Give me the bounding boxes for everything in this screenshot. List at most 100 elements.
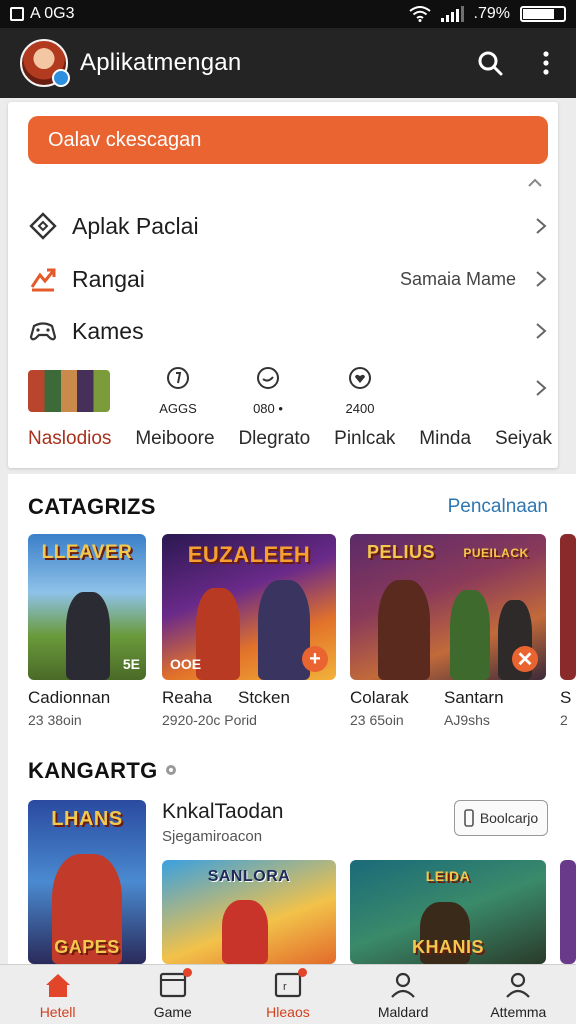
game-thumbnail[interactable] xyxy=(560,534,576,680)
game-thumbnail[interactable]: LEIDA KHANIS xyxy=(350,860,546,964)
app-title: Aplikatmengan xyxy=(80,49,242,76)
game-name[interactable]: Stcken xyxy=(238,688,290,708)
mini-game-thumbnail[interactable] xyxy=(28,370,110,412)
mini-stats-row[interactable]: AGGS 080 • 2400 xyxy=(28,366,548,416)
nav-maldard[interactable]: Maldard xyxy=(353,970,453,1020)
add-button[interactable]: + xyxy=(302,646,328,672)
chevron-right-icon xyxy=(536,218,547,234)
rating-tag: OOE xyxy=(170,656,202,672)
more-vertical-icon xyxy=(543,51,549,75)
user-icon xyxy=(391,972,415,998)
mini-stat[interactable]: 080 • xyxy=(233,366,303,416)
verified-badge-icon xyxy=(52,69,70,87)
menu-row-label: Aplak Paclai xyxy=(72,212,199,239)
svg-text:r: r xyxy=(283,981,287,993)
tab-pinlcak[interactable]: Pinlcak xyxy=(334,428,395,450)
battery-percent: .79% xyxy=(473,5,510,22)
game-art-title: SANLORA xyxy=(207,868,291,885)
featured-action-label: Boolcarjo xyxy=(479,810,539,826)
game-name[interactable]: Cadionnan xyxy=(28,688,110,708)
game-art-title: LHANS xyxy=(51,808,123,830)
category-tabs: Naslodios Meiboore Dlegrato Pinlcak Mind… xyxy=(28,428,552,450)
game-thumbnail[interactable]: EUZALEEH OOE + xyxy=(162,534,336,680)
game-art-title: KHANIS xyxy=(411,937,484,957)
nav-attemma[interactable]: Attemma xyxy=(468,970,568,1020)
character-figure xyxy=(222,900,268,964)
game-art-title: LEIDA xyxy=(425,868,471,884)
tab-dlegrato[interactable]: Dlegrato xyxy=(238,428,310,450)
menu-row-rangai[interactable]: Rangai Samaia Mame xyxy=(28,259,548,299)
search-button[interactable] xyxy=(476,49,504,77)
mini-stat-value: AGGS xyxy=(159,401,197,416)
app-bar: Aplikatmengan xyxy=(0,28,576,98)
home-icon xyxy=(45,973,70,997)
chevron-up-icon[interactable] xyxy=(526,174,544,192)
game-name[interactable]: S xyxy=(560,688,571,708)
game-meta: 2 xyxy=(560,712,568,728)
mini-stat[interactable]: AGGS xyxy=(143,366,213,416)
nav-label: Maldard xyxy=(377,1003,429,1020)
character-figure xyxy=(450,590,490,680)
game-thumbnail[interactable] xyxy=(560,860,576,964)
chevron-right-icon[interactable] xyxy=(534,378,548,398)
primary-cta-button[interactable]: Oalav ckescagan xyxy=(28,116,548,164)
diamond-tag-icon xyxy=(29,212,57,240)
mini-stat-value: 2400 xyxy=(345,401,375,416)
game-art-title: LLEAVER xyxy=(41,542,133,563)
mini-stat[interactable]: 2400 xyxy=(325,366,395,416)
bookmark-icon xyxy=(464,809,474,827)
notification-dot xyxy=(297,967,307,977)
section-title: CATAGRIZS xyxy=(28,494,156,519)
nav-game[interactable]: Game xyxy=(123,967,223,1020)
chevron-right-icon xyxy=(536,323,547,339)
game-thumbnail[interactable]: PELIUS PUEILACK ✕ xyxy=(350,534,546,680)
rating-tag: 5E xyxy=(122,656,140,672)
game-art-title: PELIUS xyxy=(366,542,435,562)
profile-icon xyxy=(506,972,531,998)
bottom-navigation: Hetell Game r Hleaos Maldard Attemma xyxy=(0,964,576,1024)
menu-row-label: Rangai xyxy=(72,265,145,292)
gamepad-icon xyxy=(29,322,57,341)
menu-row-aplak[interactable]: Aplak Paclai xyxy=(28,206,548,246)
character-figure xyxy=(196,588,240,680)
tab-minda[interactable]: Minda xyxy=(419,428,471,450)
featured-subtitle: Sjegamiroacon xyxy=(162,828,263,845)
heart-icon xyxy=(349,367,371,389)
character-figure xyxy=(378,580,430,680)
more-options-button[interactable] xyxy=(532,49,560,77)
chevron-right-icon xyxy=(536,271,547,287)
menu-row-kames[interactable]: Kames xyxy=(28,311,548,351)
game-name[interactable]: Colarak xyxy=(350,688,409,708)
game-art-title: EUZALEEH xyxy=(187,542,311,567)
game-art-title: GAPES xyxy=(54,937,120,957)
nav-home[interactable]: Hetell xyxy=(8,970,108,1020)
wifi-icon xyxy=(408,6,431,22)
status-bar: A 0G3 .79% xyxy=(0,0,576,28)
nav-hleaos[interactable]: r Hleaos xyxy=(238,967,338,1020)
game-thumbnail[interactable]: SANLORA xyxy=(162,860,336,964)
see-all-link[interactable]: Pencalnaan xyxy=(448,496,548,518)
avatar[interactable] xyxy=(20,39,70,87)
status-left-text: A 0G3 xyxy=(30,5,75,22)
notification-dot xyxy=(182,967,192,977)
game-art-title: PUEILACK xyxy=(463,546,529,560)
featured-action-button[interactable]: Boolcarjo xyxy=(454,800,548,836)
menu-card: Oalav ckescagan Aplak Paclai Rangai Sama… xyxy=(8,102,558,468)
character-figure xyxy=(258,580,310,680)
game-thumbnail[interactable]: LHANS GAPES xyxy=(28,800,146,964)
featured-title[interactable]: KnkalTaodan xyxy=(162,800,283,824)
nav-label: Game xyxy=(153,1003,192,1020)
menu-row-label: Kames xyxy=(72,317,144,344)
game-meta: 2920-20c Porid xyxy=(162,712,257,728)
game-thumbnail[interactable]: LLEAVER 5E xyxy=(28,534,146,680)
menu-row-value: Samaia Mame xyxy=(399,268,516,289)
tab-meiboore[interactable]: Meiboore xyxy=(135,428,214,450)
add-button[interactable]: ✕ xyxy=(512,646,538,672)
nav-label: Hetell xyxy=(39,1003,76,1020)
game-name[interactable]: Reaha xyxy=(162,688,212,708)
smile-icon xyxy=(257,367,279,389)
tab-naslodios[interactable]: Naslodios xyxy=(28,428,111,450)
game-name[interactable]: Santarn xyxy=(444,688,504,708)
tab-seiyak[interactable]: Seiyak xyxy=(495,428,552,450)
rank-arrow-icon xyxy=(30,268,56,292)
